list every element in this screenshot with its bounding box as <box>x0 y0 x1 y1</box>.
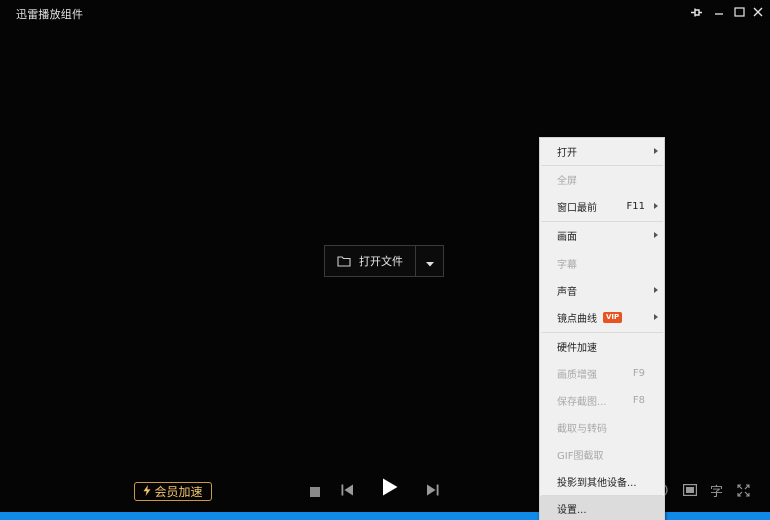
menu-item-label: 窗口最前 <box>557 203 597 214</box>
skip-previous-icon <box>341 481 353 500</box>
play-button[interactable] <box>380 478 400 500</box>
open-file-dropdown[interactable] <box>416 246 443 276</box>
menu-item-quality-enhance[interactable]: 画质增强 F9 <box>540 360 664 387</box>
menu-item-picture[interactable]: 画面 <box>540 222 664 249</box>
menu-item-label: 画质增强 <box>557 370 597 381</box>
menu-item-subtitles[interactable]: 字幕 <box>540 250 664 277</box>
menu-item-label: 全屏 <box>557 176 577 187</box>
menu-item-shortcut: F11 <box>626 201 645 212</box>
screen-mode-icon[interactable] <box>683 482 697 498</box>
menu-item-label: 画面 <box>557 232 577 243</box>
submenu-arrow-icon <box>654 203 658 209</box>
menu-item-open[interactable]: 打开 <box>540 138 664 165</box>
menu-item-label: 打开 <box>557 148 577 159</box>
previous-button[interactable] <box>340 483 354 497</box>
play-icon <box>382 478 398 500</box>
next-button[interactable] <box>426 483 440 497</box>
menu-item-gif-capture[interactable]: GIF图截取 <box>540 441 664 468</box>
pin-icon[interactable] <box>687 4 705 20</box>
open-file-button[interactable]: 打开文件 <box>325 246 415 276</box>
fullscreen-icon[interactable] <box>737 482 750 498</box>
vip-accelerate-label: 会员加速 <box>154 485 203 499</box>
menu-item-label: GIF图截取 <box>557 451 604 462</box>
submenu-arrow-icon <box>654 287 658 293</box>
skip-next-icon <box>427 481 439 500</box>
subtitle-icon[interactable]: 字 <box>710 482 723 500</box>
submenu-arrow-icon <box>654 148 658 154</box>
menu-item-label: 设置... <box>557 504 587 516</box>
menu-item-shortcut: F8 <box>632 395 645 406</box>
menu-item-label: 投影到其他设备... <box>557 478 637 489</box>
menu-item-save-screenshot[interactable]: 保存截图... F8 <box>540 387 664 414</box>
vip-accelerate-button[interactable]: 会员加速 <box>134 482 212 501</box>
submenu-arrow-icon <box>654 232 658 238</box>
menu-item-settings[interactable]: 设置... <box>540 496 664 520</box>
menu-item-label: 镜点曲线 <box>557 314 597 325</box>
menu-item-label: 字幕 <box>557 260 577 271</box>
minimize-icon[interactable] <box>710 4 728 20</box>
close-icon[interactable] <box>749 4 767 20</box>
menu-item-label: 截取与转码 <box>557 424 607 435</box>
maximize-icon[interactable] <box>730 4 748 20</box>
folder-icon <box>337 252 351 271</box>
menu-item-always-on-top[interactable]: 窗口最前 F11 <box>540 193 664 220</box>
menu-item-label: 保存截图... <box>557 397 607 408</box>
title-bar: 迅雷播放组件 <box>0 0 770 26</box>
menu-item-clip-transcode[interactable]: 截取与转码 <box>540 414 664 441</box>
window-title: 迅雷播放组件 <box>16 8 84 21</box>
menu-item-label: 硬件加速 <box>557 343 597 354</box>
open-file-group: 打开文件 <box>324 245 444 277</box>
stop-button[interactable] <box>309 485 321 497</box>
menu-item-fullscreen[interactable]: 全屏 <box>540 166 664 193</box>
stop-icon <box>310 482 320 501</box>
caret-down-icon <box>425 252 434 271</box>
context-menu: 打开 全屏 窗口最前 F11 画面 字幕 声音 镜点曲线 VIP 硬件加速 画质… <box>539 137 665 520</box>
menu-item-audio[interactable]: 声音 <box>540 277 664 304</box>
menu-item-highlight-curve[interactable]: 镜点曲线 VIP <box>540 304 664 331</box>
vip-badge: VIP <box>603 312 623 323</box>
submenu-arrow-icon <box>654 314 658 320</box>
menu-item-label: 声音 <box>557 287 577 298</box>
menu-item-shortcut: F9 <box>632 368 645 379</box>
lightning-icon <box>143 484 151 499</box>
menu-item-cast-to-device[interactable]: 投影到其他设备... <box>540 468 664 495</box>
menu-item-hardware-acceleration[interactable]: 硬件加速 <box>540 333 664 360</box>
open-file-label: 打开文件 <box>359 255 403 268</box>
